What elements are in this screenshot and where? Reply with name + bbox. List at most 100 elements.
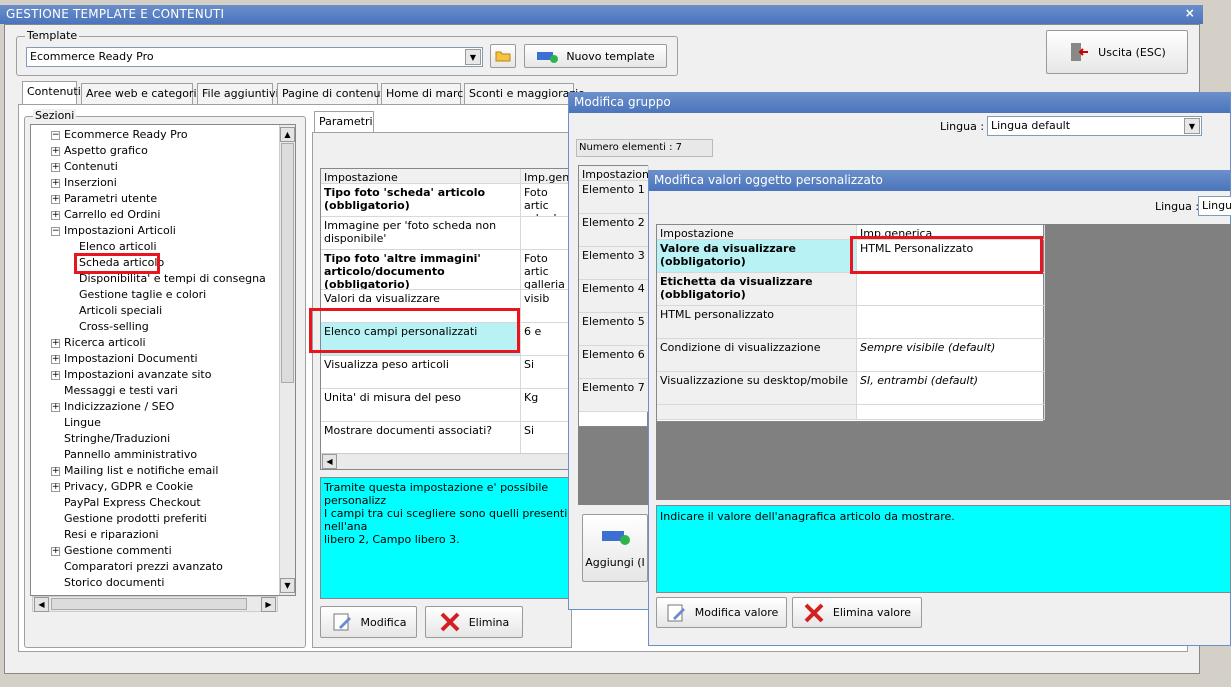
tree-item[interactable]: Resi e riparazioni xyxy=(64,527,159,543)
tab-file-aggiuntivi[interactable]: File aggiuntivi xyxy=(197,83,279,104)
list-item[interactable]: Elemento 1 xyxy=(579,181,649,214)
table-row[interactable]: Tipo foto 'altre immagini' articolo/docu… xyxy=(321,250,521,290)
table-row[interactable]: Foto artic scheda xyxy=(521,184,573,217)
tree-item[interactable]: Impostazioni avanzate sito xyxy=(64,367,211,383)
tab-home-marca[interactable]: Home di marca xyxy=(381,83,470,104)
tree-item[interactable]: Lingue xyxy=(64,415,101,431)
modify-value-button[interactable]: Modifica valore xyxy=(656,597,787,628)
expand-icon[interactable]: + xyxy=(51,179,60,188)
tree-item[interactable]: Articoli speciali xyxy=(79,303,162,319)
grid-header[interactable]: Impostazione xyxy=(657,225,857,240)
tab-sconti[interactable]: Sconti e maggiorazio xyxy=(464,83,585,104)
table-row[interactable]: 6 e xyxy=(521,323,573,356)
tree-item[interactable]: Mailing list e notifiche email xyxy=(64,463,218,479)
add-element-button[interactable]: Aggiungi (I xyxy=(582,514,648,582)
table-row[interactable] xyxy=(857,306,1045,339)
tree-hscroll[interactable]: ◀ ▶ xyxy=(32,596,278,612)
table-row[interactable]: Condizione di visualizzazione xyxy=(657,339,857,372)
tree-item[interactable]: Gestione prodotti preferiti xyxy=(64,511,207,527)
tab-contenuti[interactable]: Contenuti xyxy=(22,81,81,104)
tree-item[interactable]: Impostazioni Articoli xyxy=(64,223,176,239)
delete-button[interactable]: Elimina xyxy=(425,606,523,638)
list-item[interactable]: Elemento 2 xyxy=(579,214,649,247)
tree-item[interactable]: Cross-selling xyxy=(79,319,149,335)
scroll-thumb[interactable] xyxy=(281,143,294,383)
expand-icon[interactable]: + xyxy=(51,483,60,492)
table-row[interactable]: Visualizza peso articoli xyxy=(321,356,521,389)
tree-item[interactable]: Aspetto grafico xyxy=(64,143,148,159)
table-row[interactable]: Kg xyxy=(521,389,573,422)
list-item[interactable]: Elemento 5 xyxy=(579,313,649,346)
table-row[interactable] xyxy=(657,405,857,420)
table-row[interactable] xyxy=(521,217,573,250)
table-row[interactable]: Tipo foto 'scheda' articolo (obbligatori… xyxy=(321,184,521,217)
expand-icon[interactable]: + xyxy=(51,547,60,556)
group-grid[interactable]: Impostazione Elemento 1 Elemento 2 Elemento… xyxy=(578,165,649,427)
scroll-right-icon[interactable]: ▶ xyxy=(261,597,276,612)
table-row[interactable]: Etichetta da visualizzare (obbligatorio) xyxy=(657,273,857,306)
delete-value-button[interactable]: Elimina valore xyxy=(792,597,922,628)
sections-tree[interactable]: ▲ ▼ Ecommerce Ready Pro − Aspetto grafico +… xyxy=(30,124,296,596)
tree-item[interactable]: PayPal Express Checkout xyxy=(64,495,201,511)
collapse-icon[interactable]: − xyxy=(51,227,60,236)
tree-item[interactable]: Impostazioni Documenti xyxy=(64,351,198,367)
table-row[interactable] xyxy=(857,273,1045,306)
tree-item[interactable]: Storico documenti xyxy=(64,575,164,591)
scroll-left-icon[interactable]: ◀ xyxy=(34,597,49,612)
template-select[interactable]: Ecommerce Ready Pro ▼ xyxy=(26,47,483,67)
table-row[interactable]: SI, entrambi (default) xyxy=(857,372,1045,405)
tree-item[interactable]: Ricerca articoli xyxy=(64,335,146,351)
tree-item[interactable]: Parametri utente xyxy=(64,191,157,207)
params-hscroll[interactable]: ◀ xyxy=(321,453,571,469)
expand-icon[interactable]: + xyxy=(51,403,60,412)
table-row[interactable]: Si xyxy=(521,356,573,389)
tree-item[interactable]: Ecommerce Ready Pro xyxy=(64,127,188,143)
list-item[interactable]: Elemento 4 xyxy=(579,280,649,313)
tree-item[interactable]: Pannello amministrativo xyxy=(64,447,197,463)
expand-icon[interactable]: + xyxy=(51,339,60,348)
list-item[interactable]: Elemento 7 xyxy=(579,379,649,412)
scroll-down-icon[interactable]: ▼ xyxy=(280,578,295,593)
table-row[interactable]: HTML personalizzato xyxy=(657,306,857,339)
tree-item[interactable]: Gestione taglie e colori xyxy=(79,287,206,303)
table-row[interactable]: Foto artic galleria xyxy=(521,250,573,290)
expand-icon[interactable]: + xyxy=(51,467,60,476)
custom-lang-select[interactable]: Lingua xyxy=(1198,196,1231,216)
tree-scrollbar[interactable]: ▲ ▼ xyxy=(279,125,295,595)
table-row[interactable]: visib xyxy=(521,290,573,323)
grid-header[interactable]: Imp.gene xyxy=(521,169,573,184)
table-row[interactable]: Unita' di misura del peso xyxy=(321,389,521,422)
close-icon[interactable]: × xyxy=(1185,6,1195,20)
scroll-left-icon[interactable]: ◀ xyxy=(322,454,337,469)
open-folder-button[interactable] xyxy=(490,44,516,68)
list-item[interactable]: Elemento 6 xyxy=(579,346,649,379)
expand-icon[interactable]: + xyxy=(51,195,60,204)
tree-item[interactable]: Indicizzazione / SEO xyxy=(64,399,174,415)
modify-button[interactable]: Modifica xyxy=(320,606,417,638)
tree-item[interactable]: Carrello ed Ordini xyxy=(64,207,160,223)
expand-icon[interactable]: + xyxy=(51,211,60,220)
new-template-button[interactable]: Nuovo template xyxy=(524,44,667,68)
grid-header[interactable]: Impostazione xyxy=(321,169,521,184)
tree-item[interactable]: Contenuti xyxy=(64,159,118,175)
hscroll-thumb[interactable] xyxy=(51,598,247,610)
tree-item[interactable]: Stringhe/Traduzioni xyxy=(64,431,170,447)
collapse-icon[interactable]: − xyxy=(51,131,60,140)
table-row[interactable]: Mostrare documenti associati? xyxy=(321,422,521,455)
tree-item[interactable]: Gestione commenti xyxy=(64,543,172,559)
tree-item[interactable]: Inserzioni xyxy=(64,175,117,191)
expand-icon[interactable]: + xyxy=(51,371,60,380)
exit-button[interactable]: Uscita (ESC) xyxy=(1046,30,1188,74)
group-lang-select[interactable]: Lingua default ▼ xyxy=(987,116,1202,136)
tree-item[interactable]: Messaggi e testi vari xyxy=(64,383,178,399)
expand-icon[interactable]: + xyxy=(51,147,60,156)
expand-icon[interactable]: + xyxy=(51,163,60,172)
list-item[interactable]: Elemento 3 xyxy=(579,247,649,280)
scroll-up-icon[interactable]: ▲ xyxy=(280,127,295,142)
table-row[interactable]: Sempre visibile (default) xyxy=(857,339,1045,372)
tree-item[interactable]: Comparatori prezzi avanzato xyxy=(64,559,223,575)
table-row[interactable]: Immagine per 'foto scheda non disponibil… xyxy=(321,217,521,250)
table-row[interactable] xyxy=(857,405,1045,420)
tab-parametri[interactable]: Parametri xyxy=(314,111,374,133)
tree-item[interactable]: Privacy, GDPR e Cookie xyxy=(64,479,193,495)
